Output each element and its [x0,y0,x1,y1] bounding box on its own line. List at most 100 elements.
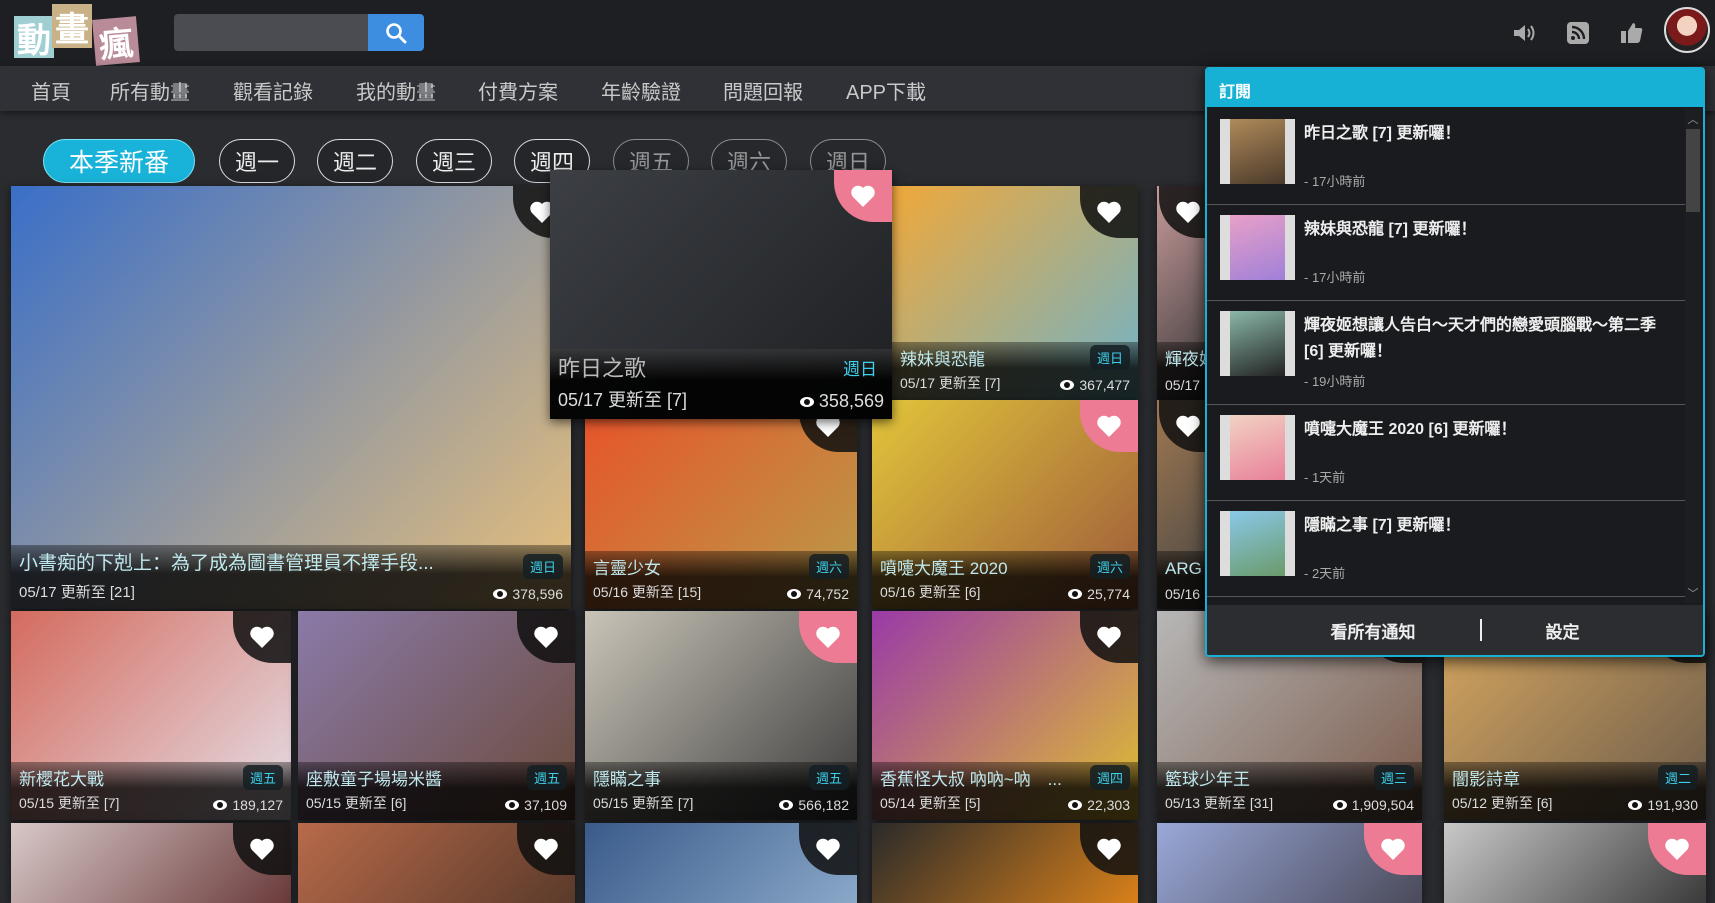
update-info: 05/15 更新至 [7] [593,795,694,811]
update-info: 05/17 更新至 [21] [19,584,135,601]
weekday-badge: 週五 [242,765,283,790]
view-count: 189,127 [213,797,283,813]
eye-icon [505,800,520,810]
update-info: 05/17 更新至 [7] [900,375,1001,391]
anime-card[interactable]: 噴嚏大魔王 2020 週六 05/16 更新至 [6] 25,774 [872,400,1138,609]
speaker-icon[interactable] [1511,20,1537,46]
anime-title[interactable]: 新櫻花大戰 [19,765,104,790]
anime-title[interactable]: 昨日之歌 [558,351,646,383]
anime-title[interactable]: 噴嚏大魔王 2020 [880,554,1008,579]
search-button[interactable] [368,14,424,51]
anime-card[interactable] [298,823,575,903]
anime-title[interactable]: 闇影詩章 [1452,765,1520,790]
anime-card[interactable]: 香蕉怪大叔 吶吶~吶 ... 週四 05/14 更新至 [5] 22,303 [872,611,1138,820]
card-caption: 新櫻花大戰 週五 05/15 更新至 [7] 189,127 [11,762,291,820]
anime-card[interactable]: 新櫻花大戰 週五 05/15 更新至 [7] 189,127 [11,611,291,820]
nav-my-anime[interactable]: 我的動畫 [356,76,436,105]
view-count: 22,303 [1068,797,1130,813]
scroll-down-icon[interactable]: ﹀ [1685,585,1701,601]
anime-card[interactable]: 昨日之歌 週日 05/17 更新至 [7] 358,569 [550,170,892,419]
eye-icon [1332,800,1347,810]
eye-icon [1628,800,1643,810]
nav-home[interactable]: 首頁 [31,76,71,105]
nav-history[interactable]: 觀看記錄 [233,76,313,105]
eye-icon [779,800,794,810]
view-count-value: 367,477 [1079,377,1130,393]
view-count-value: 378,596 [512,586,563,602]
thumbs-up-icon[interactable] [1619,20,1645,46]
anime-title[interactable]: ARG [1165,559,1202,579]
rss-icon[interactable] [1565,20,1591,46]
filter-tue[interactable]: 週二 [317,139,393,183]
scroll-up-icon[interactable]: ︿ [1685,111,1701,127]
weekday-badge: 週日 [843,360,877,379]
view-count-value: 37,109 [524,797,567,813]
nav-plans[interactable]: 付費方案 [478,76,558,105]
anime-title[interactable]: 隱瞞之事 [593,765,661,790]
filter-wed[interactable]: 週三 [416,139,492,183]
search-input[interactable] [174,14,368,51]
anime-card[interactable]: 小書痴的下剋上：為了成為圖書管理員不擇手段... 週日 05/17 更新至 [21]… [11,186,571,609]
anime-title[interactable]: 籃球少年王 [1165,765,1250,790]
anime-card[interactable] [1157,823,1422,903]
view-count: 378,596 [493,586,563,602]
anime-card[interactable] [11,823,291,903]
heart-icon [1097,201,1121,223]
search-icon [386,22,407,43]
anime-card[interactable] [872,823,1138,903]
view-count-value: 74,752 [806,586,849,602]
divider [1479,619,1482,641]
update-info: 05/15 更新至 [6] [306,795,407,811]
anime-title[interactable]: 言靈少女 [593,554,661,579]
card-caption: 闇影詩章 週二 05/12 更新至 [6] 191,930 [1444,762,1706,820]
avatar[interactable] [1664,7,1710,53]
logo-char: 畫 [52,4,92,49]
anime-card[interactable]: 言靈少女 週六 05/16 更新至 [15] 74,752 [585,400,857,609]
filter-mon[interactable]: 週一 [219,139,295,183]
settings-button[interactable]: 設定 [1546,618,1580,643]
notification-item[interactable]: 噴嚏大魔王 2020 [6] 更新囉！ - 1天前 [1207,405,1687,501]
heart-icon [1176,201,1200,223]
anime-title[interactable]: 輝夜姬 [1165,345,1210,370]
notification-list: 昨日之歌 [7] 更新囉！ - 17小時前 辣妹與恐龍 [7] 更新囉！ - 1… [1207,109,1687,603]
nav-app-download[interactable]: APP下載 [846,76,926,105]
heart-icon [534,626,558,648]
nav-report[interactable]: 問題回報 [723,76,803,105]
scrollbar[interactable]: ︿ ﹀ [1685,109,1701,603]
weekday-badge: 週日 [1089,345,1130,370]
scrollbar-thumb[interactable] [1686,129,1700,212]
anime-card[interactable] [585,823,857,903]
view-count: 566,182 [779,797,849,813]
weekday-badge: 週五 [526,765,567,790]
view-all-notifications-button[interactable]: 看所有通知 [1331,618,1416,643]
notification-time: - 2天前 [1304,566,1346,581]
site-logo[interactable]: 動 畫 瘋 [14,4,144,66]
update-info: 05/16 更新至 [6] [880,584,981,600]
anime-title[interactable]: 香蕉怪大叔 吶吶~吶 ... [880,765,1062,790]
notification-item[interactable]: 昨日之歌 [7] 更新囉！ - 17小時前 [1207,109,1687,205]
nav-age-verify[interactable]: 年齡驗證 [601,76,681,105]
anime-card[interactable]: 辣妹與恐龍 週日 05/17 更新至 [7] 367,477 [892,186,1138,400]
heart-icon [1097,838,1121,860]
notification-item[interactable]: 輝夜姬想讓人告白～天才們的戀愛頭腦戰～第二季 [6] 更新囉！ - 19小時前 [1207,301,1687,405]
view-count: 25,774 [1068,586,1130,602]
nav-all-anime[interactable]: 所有動畫 [110,76,190,105]
filter-current-season[interactable]: 本季新番 [43,139,195,183]
anime-title[interactable]: 辣妹與恐龍 [900,345,985,370]
card-caption: 辣妹與恐龍 週日 05/17 更新至 [7] 367,477 [892,342,1138,400]
anime-title[interactable]: 小書痴的下剋上：為了成為圖書管理員不擇手段... [19,548,434,575]
card-caption: 籃球少年王 週三 05/13 更新至 [31] 1,909,504 [1157,762,1422,820]
anime-card[interactable]: 隱瞞之事 週五 05/15 更新至 [7] 566,182 [585,611,857,820]
heart-icon [250,838,274,860]
update-info: 05/13 更新至 [31] [1165,795,1274,811]
notification-item[interactable]: 隱瞞之事 [7] 更新囉！ - 2天前 [1207,501,1687,597]
logo-char: 瘋 [92,16,140,66]
anime-card[interactable]: 座敷童子場場米醬 週五 05/15 更新至 [6] 37,109 [298,611,575,820]
anime-card[interactable] [1444,823,1706,903]
anime-title[interactable]: 座敷童子場場米醬 [306,765,442,790]
notification-text: 噴嚏大魔王 2020 [6] 更新囉！ [1304,421,1517,438]
heart-icon [1665,838,1689,860]
notification-item[interactable]: 辣妹與恐龍 [7] 更新囉！ - 17小時前 [1207,205,1687,301]
weekday-badge: 週二 [1657,765,1698,790]
view-count: 1,909,504 [1332,797,1414,813]
